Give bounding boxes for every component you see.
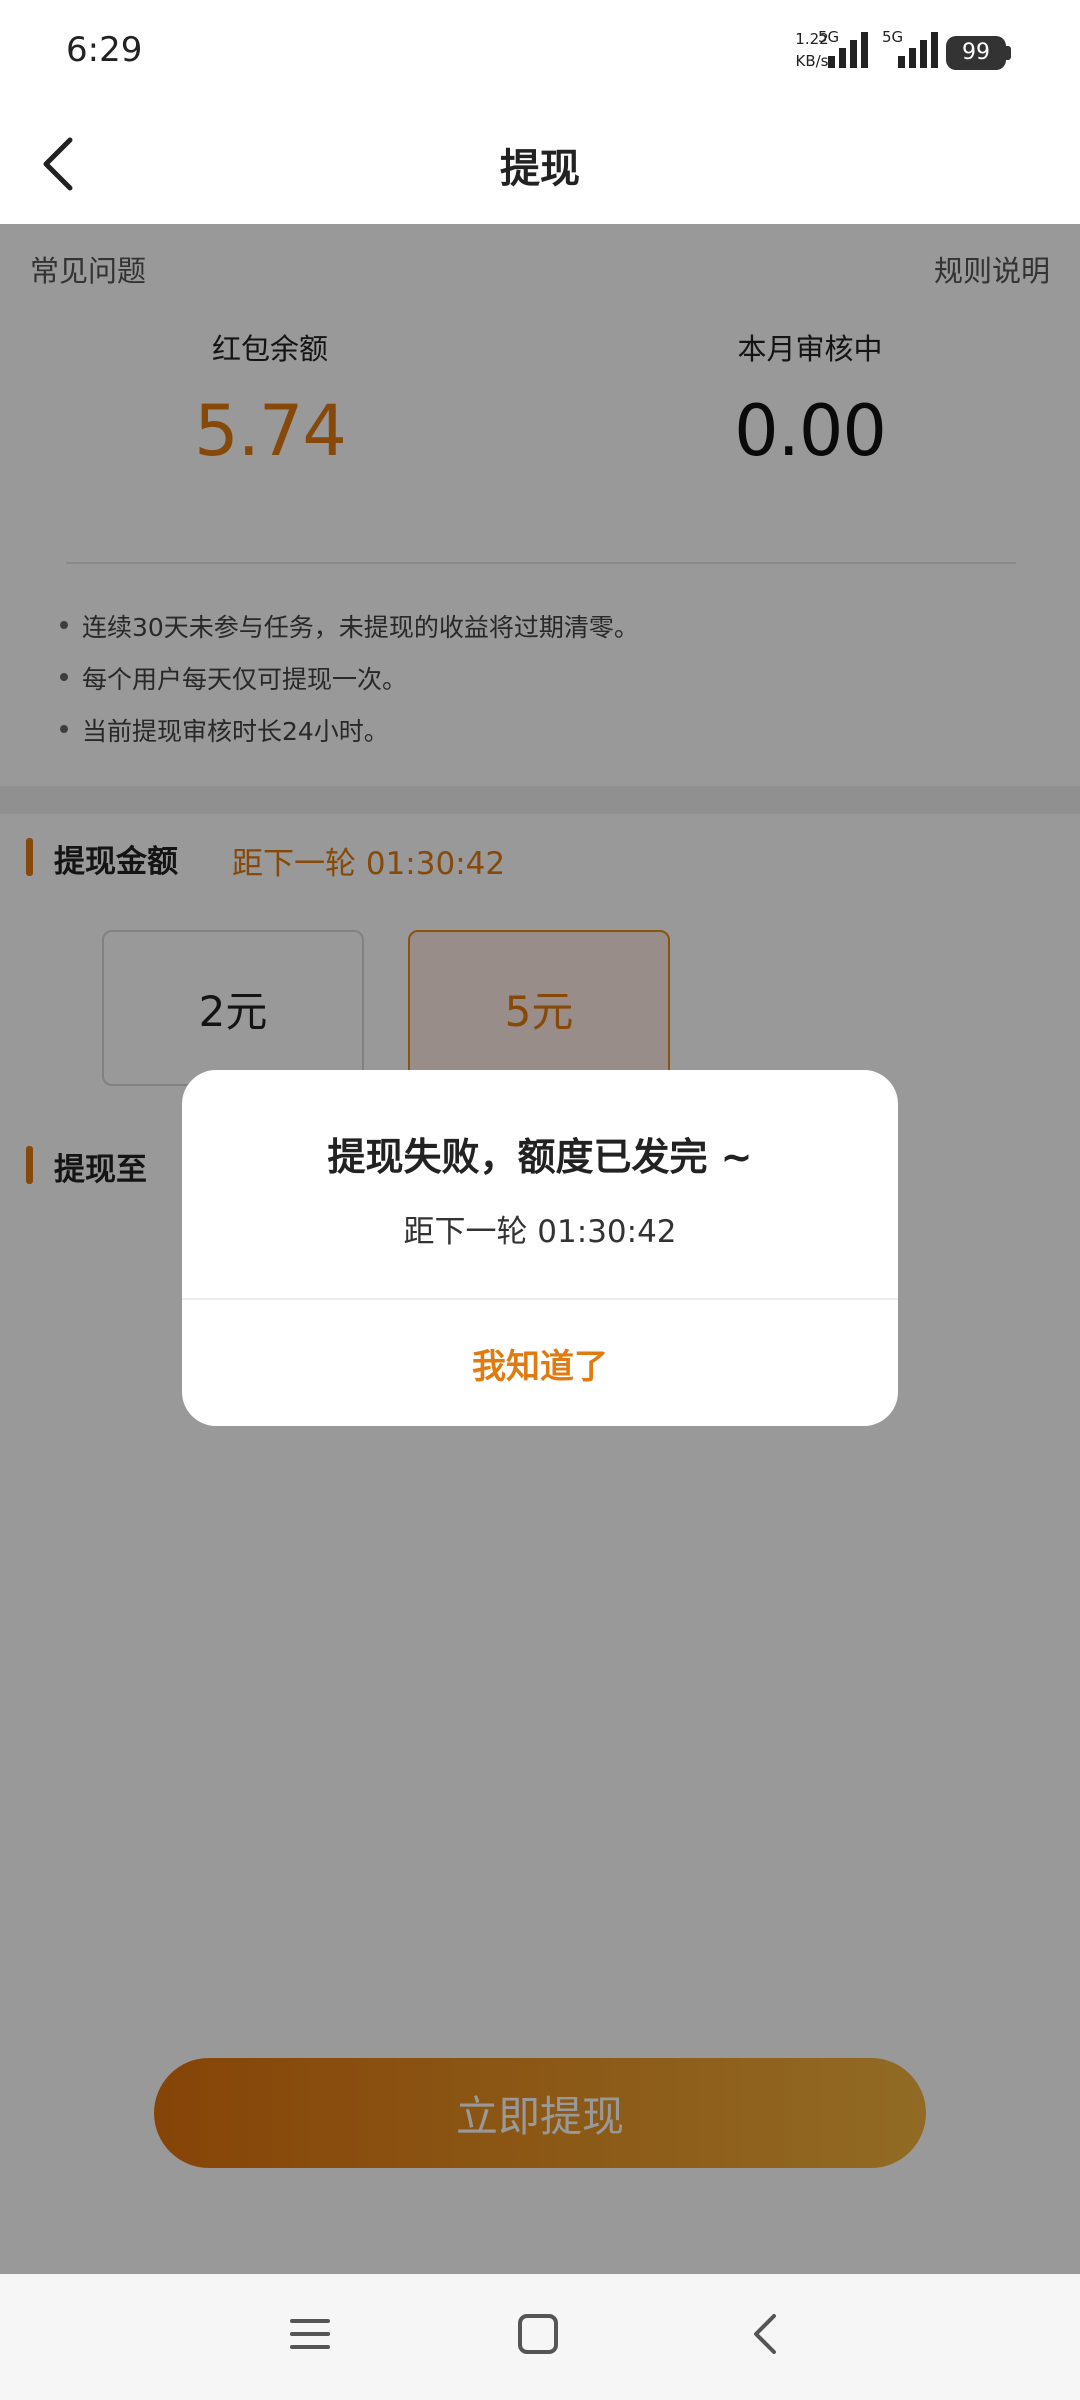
chevron-left-icon [754, 2314, 776, 2354]
dialog-title: 提现失败，额度已发完 ~ [327, 1135, 753, 1179]
battery-level: 99 [962, 40, 990, 65]
withdraw-failed-dialog: 提现失败，额度已发完 ~ 距下一轮 01:30:42 我知道了 [182, 1070, 898, 1426]
dialog-ok-button[interactable]: 我知道了 [182, 1300, 898, 1426]
battery-tip [1006, 46, 1011, 60]
menu-icon [290, 2319, 330, 2349]
system-back-button[interactable] [736, 2304, 796, 2364]
battery-icon: 99 [946, 36, 1006, 70]
top-nav-bar: 提现 [0, 104, 1080, 224]
menu-button[interactable] [280, 2304, 340, 2364]
system-navigation-bar [0, 2274, 1080, 2400]
home-square-icon [518, 2314, 558, 2354]
status-bar: 6:29 1.22 KB/s 5G 5G 99 [0, 0, 1080, 104]
signal-strength-icon-2 [898, 28, 938, 68]
signal-strength-icon [828, 28, 868, 68]
status-time: 6:29 [66, 30, 143, 70]
page-title: 提现 [500, 146, 580, 192]
home-button[interactable] [508, 2304, 568, 2364]
dialog-countdown: 距下一轮 01:30:42 [403, 1214, 677, 1250]
